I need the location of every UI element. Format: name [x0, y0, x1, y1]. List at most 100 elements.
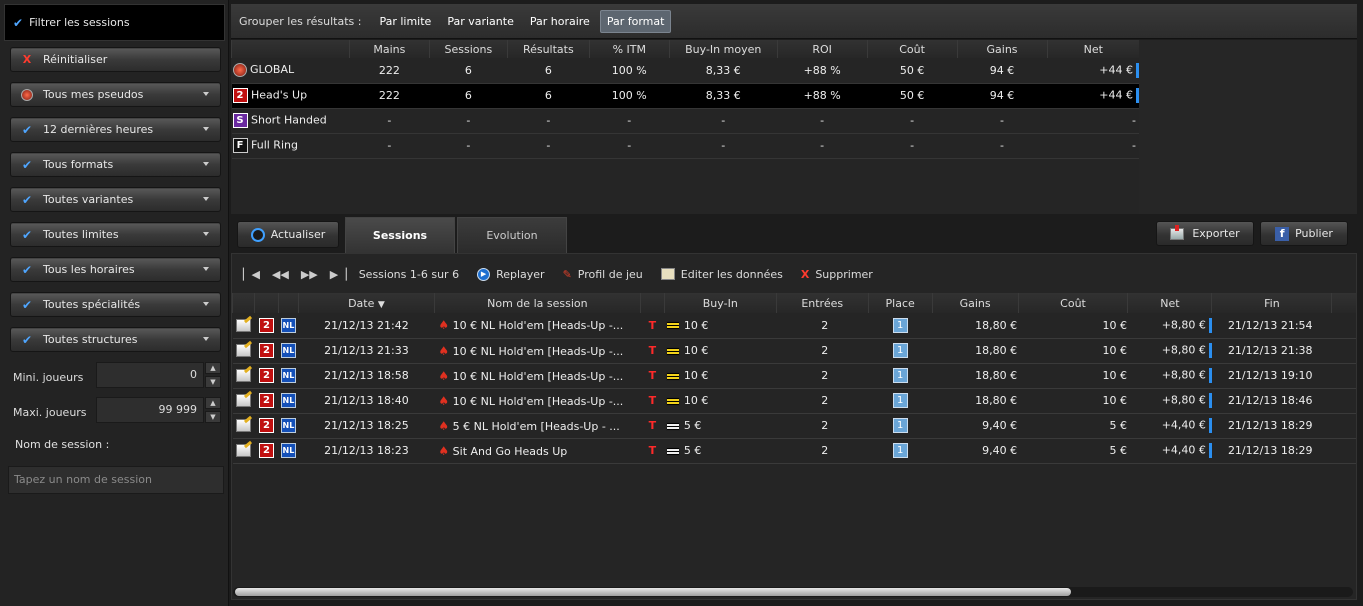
stepper-up-icon[interactable]: ▲: [205, 362, 221, 374]
session-buyin: 5 €: [683, 444, 702, 457]
sessions-table: Date ▼ Nom de la session Buy-In Entrées …: [232, 293, 1356, 583]
col-sessions[interactable]: Sessions: [428, 40, 508, 58]
delete-button[interactable]: X Supprimer: [801, 268, 873, 281]
tab-sessions[interactable]: Sessions: [345, 217, 455, 253]
period-dropdown[interactable]: ✔ 12 dernières heures: [10, 117, 221, 142]
session-entries: 2: [776, 413, 869, 439]
last-page-icon[interactable]: ▶▕: [330, 268, 347, 281]
col-cost[interactable]: Coût: [1017, 293, 1128, 313]
chevron-down-icon: [203, 232, 209, 236]
edit-note-icon[interactable]: [235, 419, 251, 433]
max-players-input[interactable]: 99 999: [96, 397, 204, 423]
col-net[interactable]: Net: [1046, 40, 1139, 58]
turbo-structure-icon: T: [648, 444, 657, 457]
col-end[interactable]: Fin: [1211, 293, 1332, 313]
session-row[interactable]: 2 NL 21/12/13 21:42 ♠ 10 € NL Hold'em [Head…: [232, 313, 1356, 339]
col-session-name[interactable]: Nom de la session: [433, 293, 641, 313]
col-net[interactable]: Net: [1127, 293, 1212, 313]
edit-note-icon[interactable]: [235, 344, 251, 358]
structures-dropdown[interactable]: ✔ Toutes structures: [10, 327, 221, 352]
previous-page-icon[interactable]: ◀◀: [272, 268, 289, 281]
col-itm[interactable]: % ITM: [588, 40, 670, 58]
session-row[interactable]: 2 NL 21/12/13 18:25 ♠ 5 € NL Hold'em [Heads…: [232, 413, 1356, 439]
edit-data-button[interactable]: Editer les données: [660, 268, 783, 281]
tab-evolution[interactable]: Evolution: [457, 217, 567, 253]
col-resultats[interactable]: Résultats: [506, 40, 590, 58]
col-buyin-moyen[interactable]: Buy-In moyen: [668, 40, 778, 58]
session-row[interactable]: 2 NL 21/12/13 18:40 ♠ 10 € NL Hold'em [Head…: [232, 388, 1356, 414]
col-cout[interactable]: Coût: [866, 40, 958, 58]
first-page-icon[interactable]: ▏◀: [243, 268, 260, 281]
col-place[interactable]: Place: [867, 293, 933, 313]
formats-dropdown[interactable]: ✔ Tous formats: [10, 152, 221, 177]
scrollbar-thumb[interactable]: [235, 588, 1071, 596]
export-button[interactable]: Exporter: [1156, 221, 1254, 246]
summary-row-full-ring[interactable]: F Full Ring - - - - - - - - -: [231, 133, 1139, 159]
group-by-format-button[interactable]: Par format: [599, 9, 672, 33]
period-label: 12 dernières heures: [43, 123, 154, 136]
delete-x-icon: X: [800, 267, 810, 281]
specialties-dropdown[interactable]: ✔ Toutes spécialités: [10, 292, 221, 317]
max-players-stepper[interactable]: ▲ ▼: [205, 397, 221, 423]
group-by-limit-button[interactable]: Par limite: [373, 11, 437, 32]
session-row[interactable]: 2 NL 21/12/13 18:23 ♠ Sit And Go Heads Up T …: [232, 438, 1356, 464]
specialties-label: Toutes spécialités: [43, 298, 141, 311]
group-bar: Grouper les résultats : Par limite Par v…: [231, 4, 1357, 39]
filter-header[interactable]: ✔ Filtrer les sessions: [4, 4, 225, 41]
group-by-variant-button[interactable]: Par variante: [441, 11, 520, 32]
session-net: +8,80 €: [1161, 368, 1206, 382]
reset-button[interactable]: X Réinitialiser: [10, 47, 221, 72]
col-entries[interactable]: Entrées: [775, 293, 869, 313]
summary-row-short-handed[interactable]: S Short Handed - - - - - - - - -: [231, 108, 1139, 134]
min-players-input[interactable]: 0: [96, 362, 204, 388]
edit-icon: [660, 268, 675, 280]
col-gains[interactable]: Gains: [956, 40, 1047, 58]
speed-indicator-icon: [666, 446, 681, 456]
chevron-down-icon: [203, 92, 209, 96]
col-roi[interactable]: ROI: [776, 40, 868, 58]
no-limit-tag-icon: NL: [280, 343, 296, 358]
stepper-down-icon[interactable]: ▼: [205, 376, 221, 388]
edit-note-icon[interactable]: [235, 444, 251, 458]
pokerstars-spade-icon: ♠: [438, 418, 450, 433]
col-gains[interactable]: Gains: [931, 293, 1019, 313]
session-row[interactable]: 2 NL 21/12/13 18:58 ♠ 10 € NL Hold'em [Head…: [232, 363, 1356, 389]
summary-row-global[interactable]: GLOBAL 222 6 6 100 % 8,33 € +88 % 50 € 9…: [231, 58, 1139, 84]
chevron-down-icon: [203, 197, 209, 201]
check-icon: ✔: [21, 332, 33, 347]
edit-note-icon[interactable]: [235, 369, 251, 383]
edit-note-icon[interactable]: [235, 319, 251, 332]
net-bar: [1208, 443, 1212, 458]
speed-indicator-icon: [666, 346, 681, 356]
stepper-up-icon[interactable]: ▲: [205, 397, 221, 409]
col-buyin[interactable]: Buy-In: [663, 293, 777, 313]
stepper-down-icon[interactable]: ▼: [205, 411, 221, 423]
session-row[interactable]: 2 NL 21/12/13 21:33 ♠ 10 € NL Hold'em [Head…: [232, 338, 1356, 364]
turbo-structure-icon: T: [648, 344, 657, 357]
limits-dropdown[interactable]: ✔ Toutes limites: [10, 222, 221, 247]
turbo-structure-icon: T: [648, 394, 657, 407]
edit-note-icon[interactable]: [235, 394, 251, 408]
heads-up-tag-icon: 2: [258, 418, 274, 433]
horizontal-scrollbar[interactable]: [233, 587, 1353, 597]
summary-row-heads-up[interactable]: 2 Head's Up 222 6 6 100 % 8,33 € +88 % 5…: [231, 83, 1139, 109]
col-date[interactable]: Date ▼: [297, 293, 435, 313]
session-name-input[interactable]: Tapez un nom de session: [8, 466, 224, 494]
sessions-range: Sessions 1-6 sur 6: [358, 267, 460, 281]
no-limit-tag-icon: NL: [280, 393, 296, 408]
min-players-stepper[interactable]: ▲ ▼: [205, 362, 221, 388]
replayer-button[interactable]: ▶ Replayer: [477, 267, 545, 281]
pseudos-dropdown[interactable]: Tous mes pseudos: [10, 82, 221, 107]
group-bar-label: Grouper les résultats :: [239, 14, 362, 28]
variants-dropdown[interactable]: ✔ Toutes variantes: [10, 187, 221, 212]
col-mains[interactable]: Mains: [348, 40, 430, 58]
session-name: 10 € NL Hold'em [Heads-Up -...: [452, 369, 624, 383]
publish-button[interactable]: f Publier: [1260, 221, 1348, 246]
refresh-button[interactable]: Actualiser: [237, 221, 339, 248]
reset-label: Réinitialiser: [43, 53, 108, 66]
schedules-dropdown[interactable]: ✔ Tous les horaires: [10, 257, 221, 282]
game-profile-button[interactable]: ✎ Profil de jeu: [563, 268, 643, 281]
next-page-icon[interactable]: ▶▶: [301, 268, 318, 281]
group-by-schedule-button[interactable]: Par horaire: [524, 11, 596, 32]
heads-up-tag-icon: 2: [258, 317, 274, 333]
